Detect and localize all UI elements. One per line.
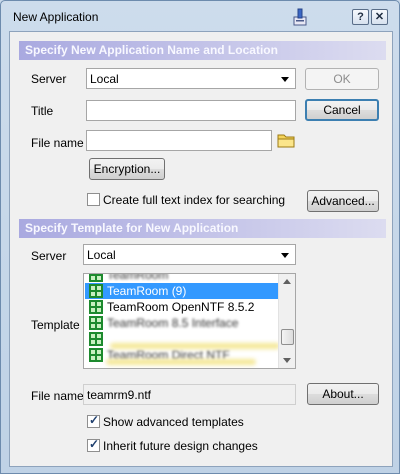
fulltext-index-checkbox[interactable] bbox=[87, 193, 100, 206]
redaction-blur bbox=[106, 359, 256, 365]
template-label: Template bbox=[31, 318, 80, 332]
notes-database-icon bbox=[89, 274, 103, 282]
help-button[interactable]: ? bbox=[352, 9, 369, 25]
template-list[interactable]: TeamRoom TeamRoom (9) TeamRoom OpenNTF 8… bbox=[83, 273, 296, 369]
checkmark-icon: ✓ bbox=[89, 437, 100, 451]
template-name: TeamRoom 8.5 Interface bbox=[107, 316, 239, 330]
notes-database-icon bbox=[89, 316, 103, 330]
dialog-content: Specify New Application Name and Locatio… bbox=[9, 31, 393, 467]
template-list-scrollbar[interactable] bbox=[278, 274, 295, 368]
notes-database-icon bbox=[89, 284, 103, 298]
list-item[interactable]: TeamRoom 8.5 Interface bbox=[85, 315, 278, 331]
server-select[interactable]: Local bbox=[86, 68, 296, 89]
list-item[interactable]: TeamRoom bbox=[85, 273, 278, 283]
scroll-thumb[interactable] bbox=[281, 329, 294, 345]
notes-database-icon bbox=[89, 348, 103, 362]
folder-icon[interactable] bbox=[277, 131, 295, 149]
advanced-button[interactable]: Advanced... bbox=[307, 190, 379, 212]
list-item[interactable]: TeamRoom (9) bbox=[85, 283, 278, 299]
template-name: TeamRoom (9) bbox=[107, 284, 187, 298]
template-section-header: Specify Template for New Application bbox=[19, 219, 386, 238]
encryption-button[interactable]: Encryption... bbox=[89, 158, 165, 180]
redaction-blur bbox=[110, 343, 280, 349]
application-icon bbox=[293, 8, 307, 26]
dialog-title: New Application bbox=[13, 10, 99, 24]
title-bar[interactable]: New Application ? ✕ bbox=[1, 1, 399, 31]
about-button[interactable]: About... bbox=[307, 383, 379, 405]
new-application-dialog: New Application ? ✕ Specify New Applicat… bbox=[0, 0, 400, 474]
chevron-down-icon bbox=[281, 77, 289, 82]
inherit-design-checkbox[interactable]: ✓ bbox=[87, 437, 100, 452]
scroll-down-icon[interactable] bbox=[283, 358, 291, 363]
notes-database-icon bbox=[89, 332, 103, 346]
location-section-header: Specify New Application Name and Locatio… bbox=[19, 41, 386, 60]
template-filename-value: teamrm9.ntf bbox=[87, 388, 152, 402]
checkmark-icon: ✓ bbox=[89, 413, 100, 427]
server-value: Local bbox=[90, 72, 119, 86]
cancel-button[interactable]: Cancel bbox=[305, 99, 379, 121]
fulltext-index-label: Create full text index for searching bbox=[103, 193, 286, 207]
server-label: Server bbox=[31, 72, 67, 86]
ok-button[interactable]: OK bbox=[305, 68, 379, 90]
template-server-label: Server bbox=[31, 249, 67, 263]
template-name: TeamRoom bbox=[107, 273, 169, 282]
title-label: Title bbox=[31, 104, 54, 118]
filename-input[interactable] bbox=[86, 130, 272, 151]
template-filename-label: File name bbox=[31, 389, 84, 403]
show-advanced-templates-label: Show advanced templates bbox=[103, 415, 244, 429]
filename-label: File name bbox=[31, 136, 84, 150]
template-filename-field: teamrm9.ntf bbox=[83, 384, 296, 405]
chevron-down-icon bbox=[281, 253, 289, 258]
close-button[interactable]: ✕ bbox=[371, 9, 388, 25]
list-item[interactable]: TeamRoom OpenNTF 8.5.2 bbox=[85, 299, 278, 315]
template-server-select[interactable]: Local bbox=[83, 244, 296, 265]
notes-database-icon bbox=[89, 300, 103, 314]
template-name: TeamRoom OpenNTF 8.5.2 bbox=[107, 300, 255, 314]
show-advanced-templates-checkbox[interactable]: ✓ bbox=[87, 413, 100, 428]
scroll-up-icon[interactable] bbox=[283, 279, 291, 284]
inherit-design-label: Inherit future design changes bbox=[103, 439, 258, 453]
template-server-value: Local bbox=[87, 248, 116, 262]
title-input[interactable] bbox=[86, 100, 296, 121]
